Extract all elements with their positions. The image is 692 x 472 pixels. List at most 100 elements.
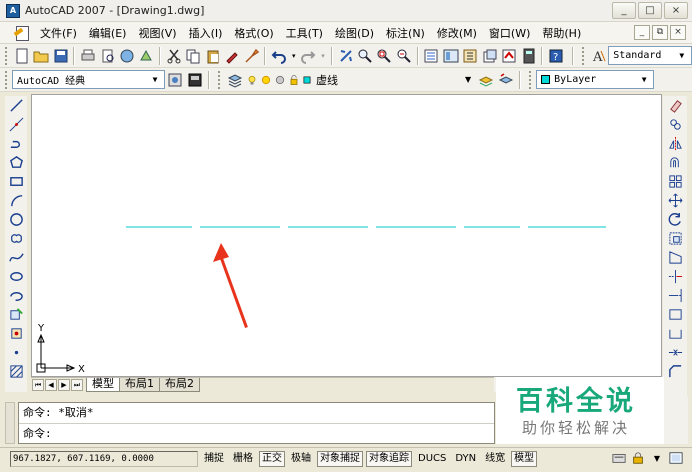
doc-close-button[interactable]: × [670, 25, 686, 40]
vertical-scrollbar[interactable] [664, 396, 688, 444]
zoom-realtime-icon[interactable] [356, 47, 373, 65]
maximize-button[interactable]: □ [638, 2, 662, 19]
command-prompt[interactable]: 命令: [19, 423, 494, 443]
status-toggle-5[interactable]: 对象追踪 [366, 450, 412, 467]
trim-icon[interactable] [663, 267, 687, 286]
menu-insert[interactable]: 插入(I) [183, 25, 229, 41]
insert-block-icon[interactable] [5, 305, 27, 324]
toolbar-grip[interactable] [5, 46, 8, 65]
revision-cloud-icon[interactable] [5, 229, 27, 248]
menu-edit[interactable]: 编辑(E) [83, 25, 133, 41]
spline-icon[interactable] [5, 248, 27, 267]
layer-previous-icon[interactable] [497, 71, 515, 89]
menu-tools[interactable]: 工具(T) [280, 25, 329, 41]
tab-model[interactable]: 模型 [86, 378, 120, 392]
save-icon[interactable] [52, 47, 69, 65]
3d-dwf-icon[interactable] [138, 47, 155, 65]
match-properties-icon[interactable] [224, 47, 241, 65]
zoom-window-icon[interactable] [376, 47, 393, 65]
command-window-grip[interactable] [5, 402, 15, 444]
pan-realtime-icon[interactable] [337, 47, 354, 65]
layer-color-swatch-icon[interactable] [302, 71, 312, 89]
toolbar-grip[interactable] [5, 70, 8, 89]
line-icon[interactable] [5, 96, 27, 115]
new-file-icon[interactable] [13, 47, 30, 65]
stretch-icon[interactable] [663, 248, 687, 267]
hatch-icon[interactable] [5, 362, 27, 381]
arc-icon[interactable] [5, 191, 27, 210]
print-icon[interactable] [79, 47, 96, 65]
redo-dropdown-icon[interactable]: ▾ [319, 47, 327, 65]
properties-icon[interactable] [423, 47, 440, 65]
polygon-icon[interactable] [5, 153, 27, 172]
doc-restore-button[interactable]: ⧉ [652, 25, 668, 40]
color-control-select[interactable]: ByLayer ▼ [536, 70, 655, 89]
layer-dropdown-icon[interactable]: ▼ [465, 75, 471, 84]
document-icon[interactable] [14, 25, 30, 41]
rectangle-icon[interactable] [5, 172, 27, 191]
status-menu-chevron-icon[interactable]: ▼ [649, 450, 665, 466]
status-toggle-7[interactable]: DYN [452, 451, 479, 467]
menu-help[interactable]: 帮助(H) [536, 25, 587, 41]
paste-icon[interactable] [204, 47, 221, 65]
lock-icon[interactable] [630, 450, 646, 466]
toolbar-grip[interactable] [581, 46, 585, 65]
status-toggle-6[interactable]: DUCS [415, 451, 449, 467]
chevron-down-icon[interactable]: ▼ [675, 48, 689, 63]
zoom-previous-icon[interactable] [395, 47, 412, 65]
construction-line-icon[interactable] [5, 115, 27, 134]
menu-file[interactable]: 文件(F) [34, 25, 83, 41]
ellipse-arc-icon[interactable] [5, 286, 27, 305]
toolbar-grip[interactable] [218, 70, 221, 89]
ellipse-icon[interactable] [5, 267, 27, 286]
toolbar-grip[interactable] [529, 70, 532, 89]
rotate-icon[interactable] [663, 210, 687, 229]
array-icon[interactable] [663, 172, 687, 191]
layer-manager-icon[interactable] [226, 71, 244, 89]
status-toggle-4[interactable]: 对象捕捉 [317, 450, 363, 467]
move-icon[interactable] [663, 191, 687, 210]
close-button[interactable]: × [664, 2, 688, 19]
layer-viewport-icon[interactable] [274, 71, 286, 89]
menu-view[interactable]: 视图(V) [132, 25, 182, 41]
layer-on-bulb-icon[interactable] [246, 71, 258, 89]
block-editor-icon[interactable] [243, 47, 260, 65]
open-folder-icon[interactable] [32, 47, 49, 65]
chevron-down-icon[interactable]: ▼ [148, 72, 162, 87]
text-style-icon[interactable]: A [590, 47, 607, 65]
make-block-icon[interactable] [5, 324, 27, 343]
print-preview-icon[interactable] [99, 47, 116, 65]
clean-screen-icon[interactable] [668, 450, 684, 466]
drawing-canvas[interactable]: Y X [31, 94, 662, 377]
publish-icon[interactable] [118, 47, 135, 65]
help-icon[interactable]: ? [547, 47, 564, 65]
break-icon[interactable] [663, 324, 687, 343]
copy-object-icon[interactable] [663, 115, 687, 134]
first-tab-button[interactable]: ⏮ [32, 379, 44, 391]
coordinates-display[interactable]: 967.1827, 607.1169, 0.0000 [10, 450, 198, 467]
save-workspace-icon[interactable] [186, 71, 204, 89]
copy-icon[interactable] [185, 47, 202, 65]
tab-layout1[interactable]: 布局1 [119, 378, 160, 392]
status-toggle-3[interactable]: 极轴 [288, 451, 314, 467]
break-at-point-icon[interactable] [663, 305, 687, 324]
annotation-scale-icon[interactable] [611, 450, 627, 466]
cut-icon[interactable] [165, 47, 182, 65]
undo-icon[interactable] [270, 47, 287, 65]
erase-icon[interactable] [663, 96, 687, 115]
status-toggle-1[interactable]: 栅格 [230, 451, 256, 467]
sheet-set-icon[interactable] [481, 47, 498, 65]
chamfer-icon[interactable] [663, 362, 687, 381]
autocad-app-icon[interactable]: A [6, 3, 20, 18]
workspace-settings-icon[interactable] [166, 71, 184, 89]
menu-format[interactable]: 格式(O) [228, 25, 279, 41]
extend-icon[interactable] [663, 286, 687, 305]
menu-draw[interactable]: 绘图(D) [329, 25, 380, 41]
menu-dimension[interactable]: 标注(N) [380, 25, 431, 41]
menu-modify[interactable]: 修改(M) [431, 25, 483, 41]
menu-window[interactable]: 窗口(W) [483, 25, 536, 41]
chevron-down-icon[interactable]: ▼ [637, 72, 651, 87]
doc-minimize-button[interactable]: _ [634, 25, 650, 40]
layer-lock-icon[interactable] [288, 71, 300, 89]
tool-palettes-icon[interactable] [462, 47, 479, 65]
